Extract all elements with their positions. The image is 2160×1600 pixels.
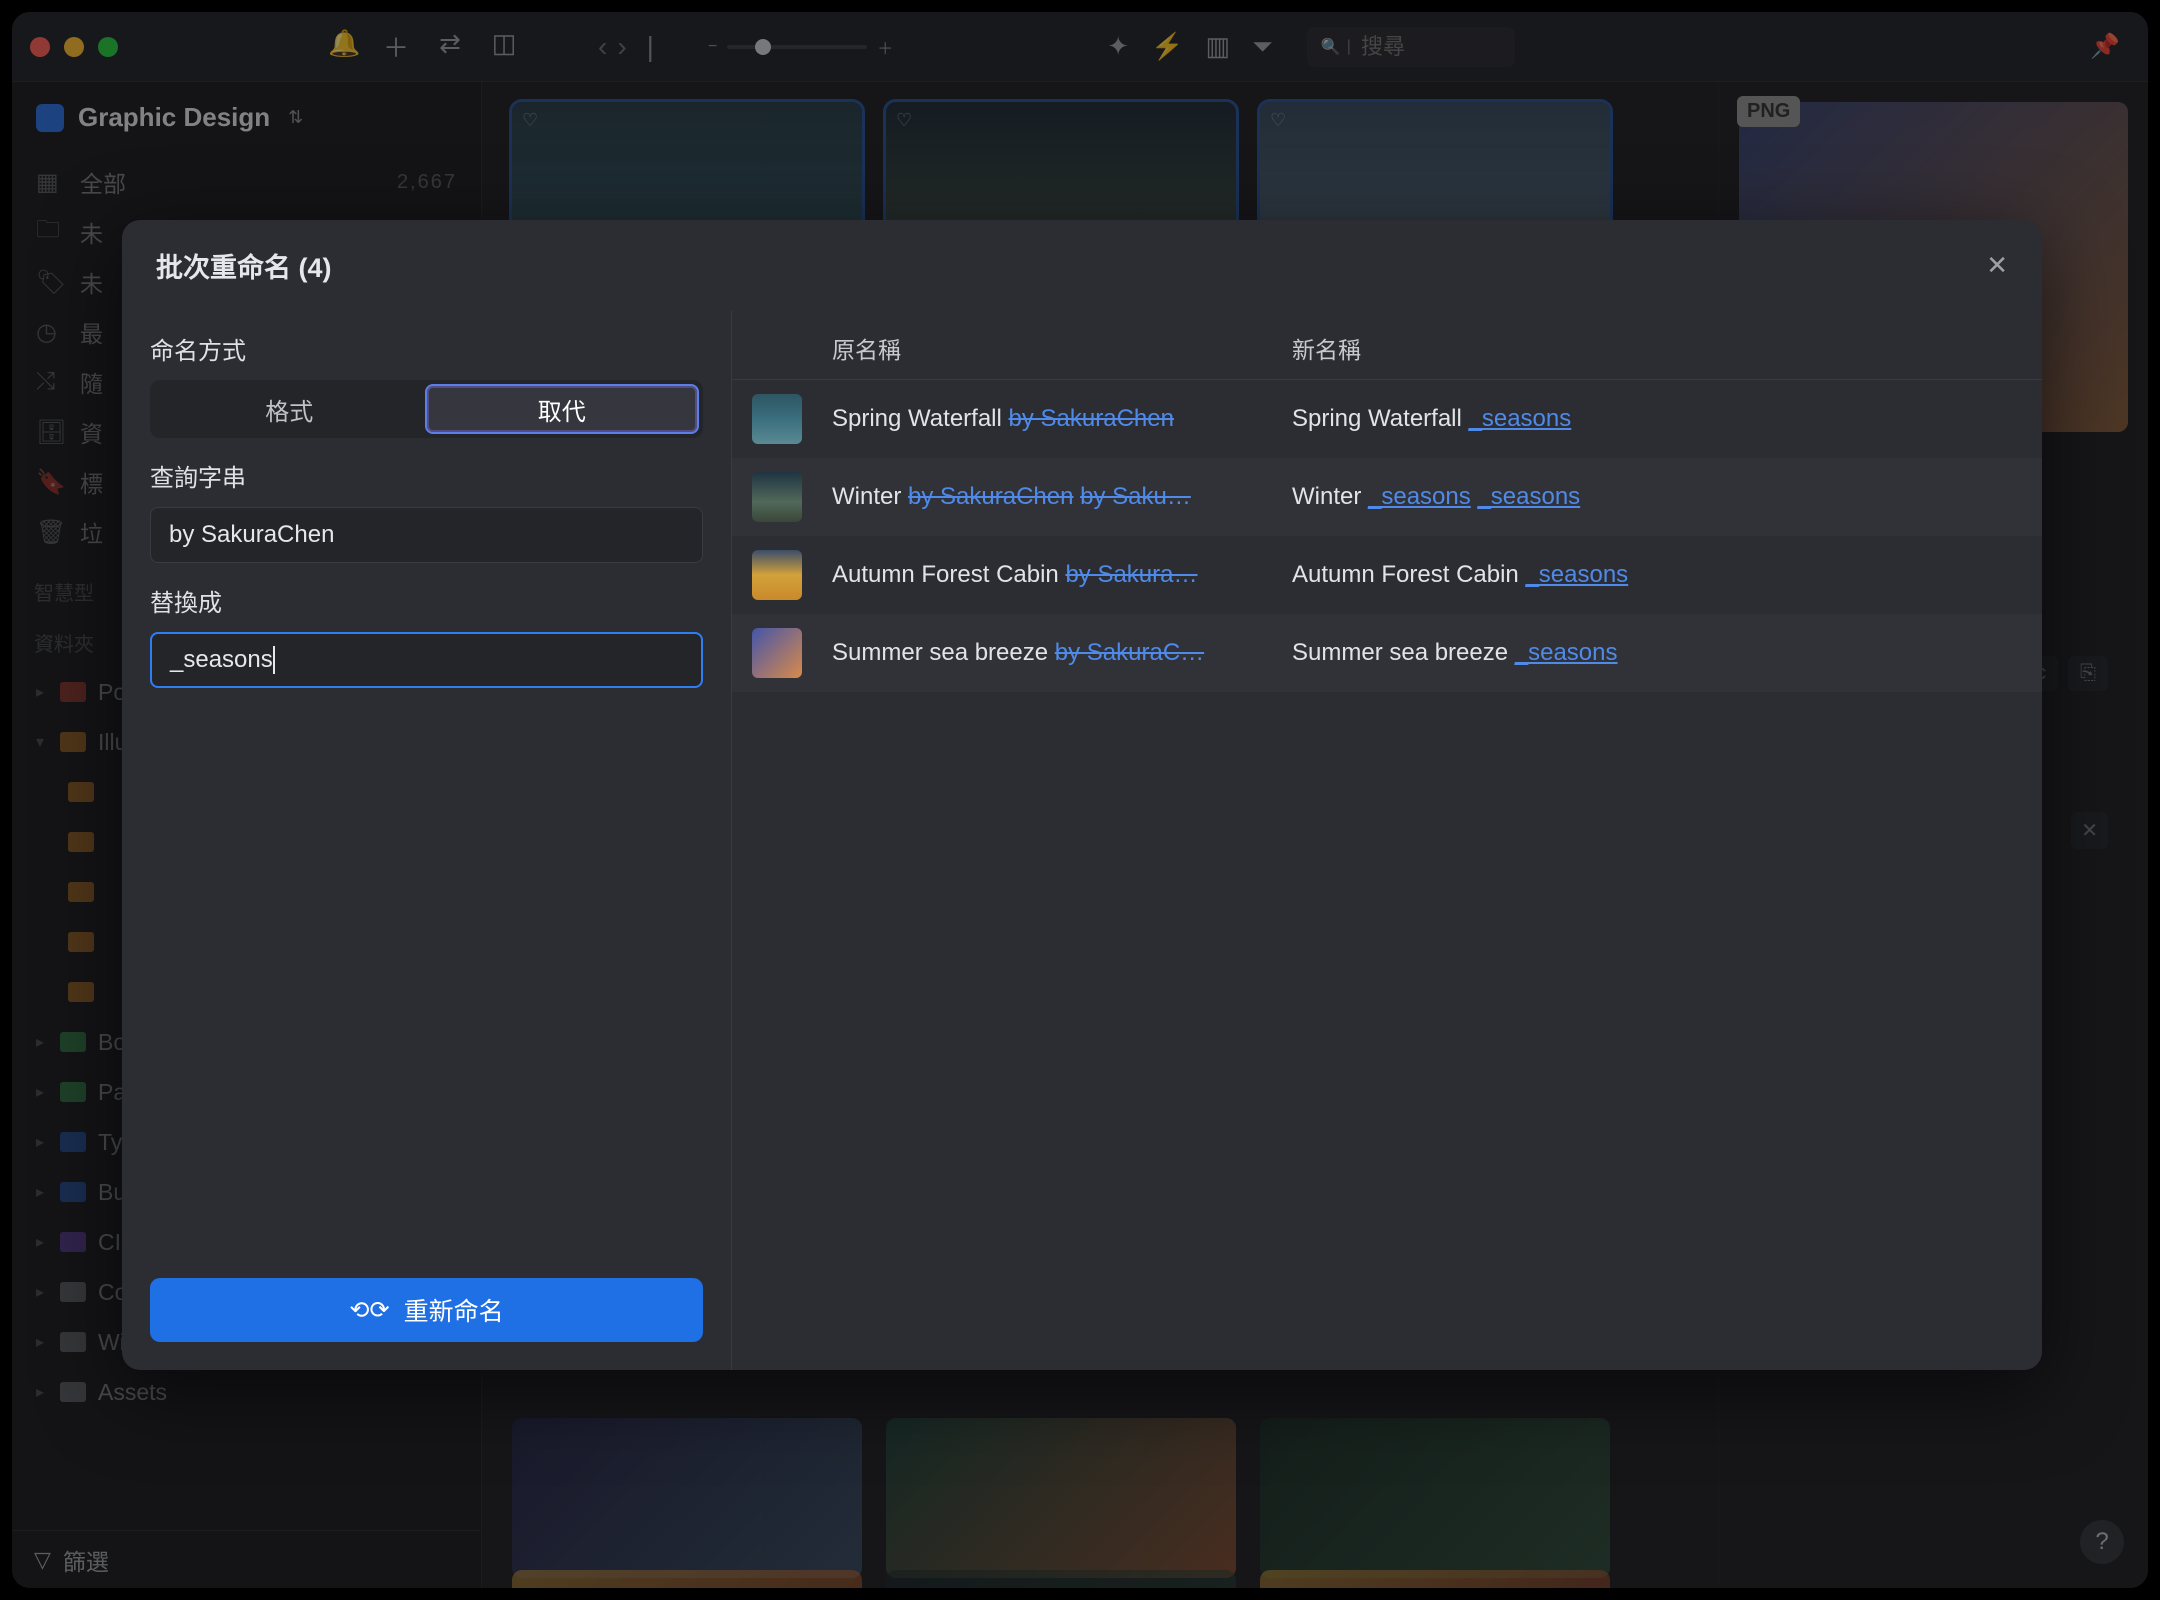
text-caret — [273, 646, 275, 674]
find-field[interactable] — [150, 507, 703, 563]
row-thumb — [752, 550, 802, 600]
new-name: Winter _seasons _seasons — [1292, 483, 2002, 511]
new-name: Autumn Forest Cabin _seasons — [1292, 561, 2002, 589]
close-icon[interactable]: ✕ — [1986, 250, 2008, 281]
row-thumb — [752, 628, 802, 678]
tab-replace[interactable]: 取代 — [425, 384, 700, 434]
modal-body: 命名方式 格式 取代 查詢字串 替換成 _seasons ⟲⟳ 重新命名 — [122, 311, 2042, 1370]
old-name: Autumn Forest Cabin by Sakura… — [832, 561, 1292, 589]
old-name: Spring Waterfall by SakuraChen — [832, 405, 1292, 433]
modal-left-panel: 命名方式 格式 取代 查詢字串 替換成 _seasons ⟲⟳ 重新命名 — [122, 311, 732, 1370]
rename-button[interactable]: ⟲⟳ 重新命名 — [150, 1278, 703, 1342]
modal-header: 批次重命名 (4) ✕ — [122, 220, 2042, 311]
preview-rows: Spring Waterfall by SakuraChen Spring Wa… — [732, 380, 2042, 1370]
tab-format[interactable]: 格式 — [154, 384, 425, 434]
preview-columns: 原名稱 新名稱 — [732, 311, 2042, 380]
row-thumb — [752, 394, 802, 444]
replace-input-text: _seasons — [170, 646, 273, 674]
find-input[interactable] — [169, 521, 684, 549]
preview-row: Summer sea breeze by SakuraC… Summer sea… — [732, 614, 2042, 692]
row-thumb — [752, 472, 802, 522]
preview-row: Winter by SakuraChen by Saku… Winter _se… — [732, 458, 2042, 536]
modal-right-panel: 原名稱 新名稱 Spring Waterfall by SakuraChen S… — [732, 311, 2042, 1370]
col-new: 新名稱 — [1292, 331, 2002, 365]
preview-row: Autumn Forest Cabin by Sakura… Autumn Fo… — [732, 536, 2042, 614]
find-label: 查詢字串 — [150, 458, 703, 493]
old-name: Summer sea breeze by SakuraC… — [832, 639, 1292, 667]
modal-title: 批次重命名 (4) — [156, 246, 332, 285]
new-name: Summer sea breeze _seasons — [1292, 639, 2002, 667]
new-name: Spring Waterfall _seasons — [1292, 405, 2002, 433]
method-segmented: 格式 取代 — [150, 380, 703, 438]
method-label: 命名方式 — [150, 331, 703, 366]
preview-row: Spring Waterfall by SakuraChen Spring Wa… — [732, 380, 2042, 458]
rename-icon: ⟲⟳ — [349, 1296, 389, 1325]
replace-label: 替換成 — [150, 583, 703, 618]
app-window: 🔔 ＋ ⇄ ◫ ‹ › | − ＋ ✦ ⚡ ▥ ⏷ 🔍 — [12, 12, 2148, 1588]
old-name: Winter by SakuraChen by Saku… — [832, 483, 1292, 511]
col-old: 原名稱 — [832, 331, 1292, 365]
rename-button-label: 重新命名 — [404, 1292, 504, 1328]
replace-field[interactable]: _seasons — [150, 632, 703, 688]
batch-rename-modal: 批次重命名 (4) ✕ 命名方式 格式 取代 查詢字串 替換成 _seasons — [122, 220, 2042, 1370]
